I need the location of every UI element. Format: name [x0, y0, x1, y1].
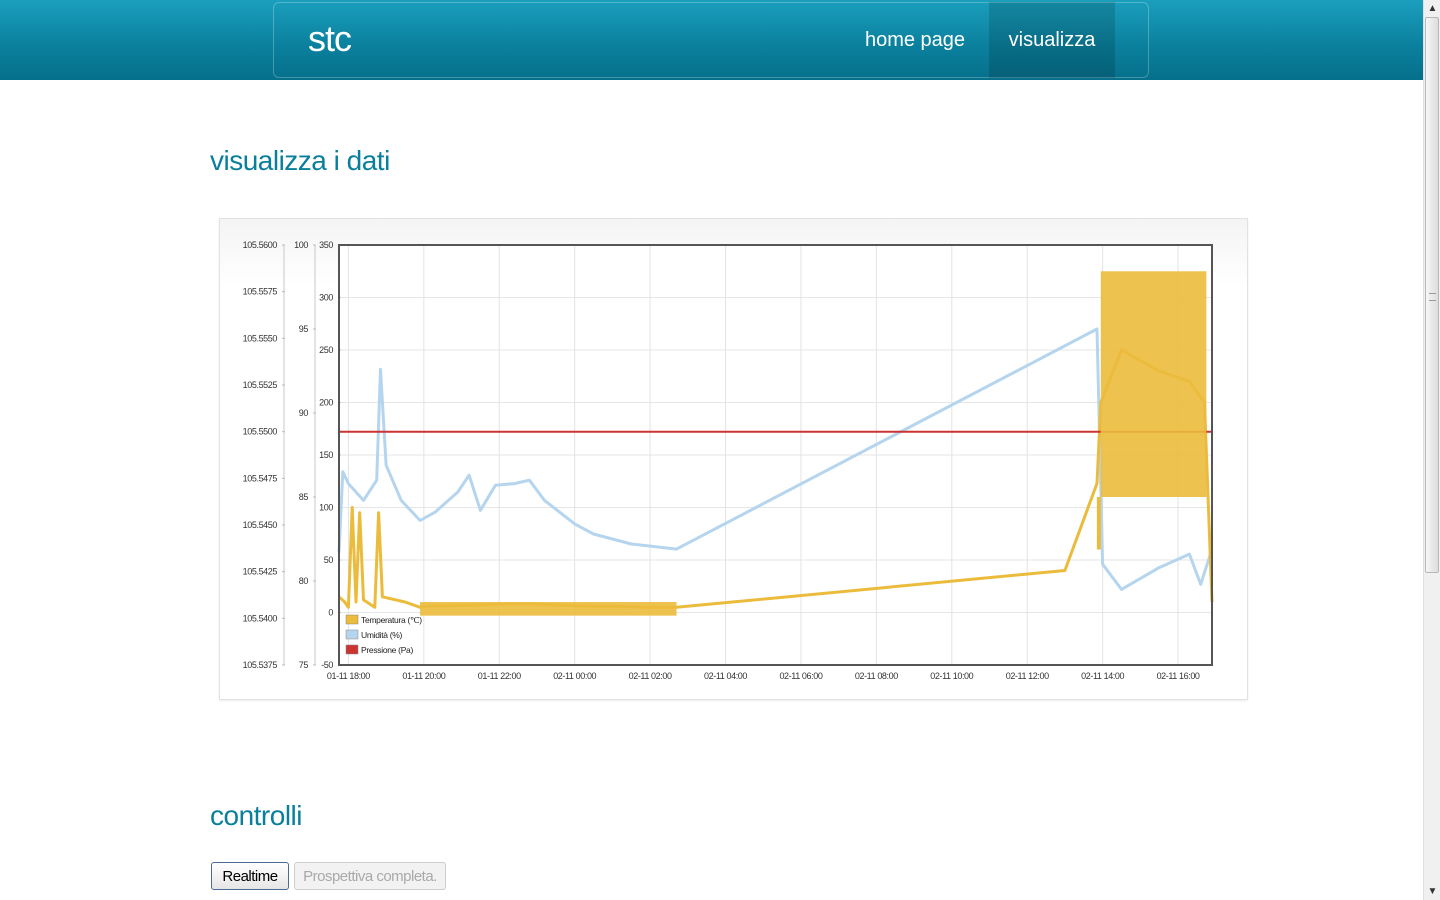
x-tick-label: 02-11 06:00	[779, 671, 822, 681]
y-tick-label: 80	[299, 576, 309, 586]
x-tick-label: 01-11 22:00	[478, 671, 521, 681]
legend-label: Pressione (Pa)	[361, 645, 413, 655]
y-tick-label: 105.5425	[243, 567, 278, 577]
y-tick-label: 150	[319, 450, 333, 460]
y-tick-label: 300	[319, 293, 333, 303]
x-tick-label: 02-11 12:00	[1006, 671, 1049, 681]
y-tick-label: 200	[319, 398, 333, 408]
legend-label: Umidità (%)	[361, 630, 403, 640]
scroll-up-arrow-icon[interactable]: ▲	[1425, 1, 1440, 16]
nav-home-page[interactable]: home page	[852, 2, 978, 78]
x-tick-label: 02-11 00:00	[553, 671, 596, 681]
y-tick-label: 75	[299, 660, 309, 670]
y-tick-label: 90	[299, 408, 309, 418]
x-tick-label: 02-11 08:00	[855, 671, 898, 681]
y-tick-label: 0	[328, 608, 333, 618]
y-tick-label: 105.5500	[243, 427, 278, 437]
full-perspective-button[interactable]: Prospettiva completa.	[294, 862, 446, 890]
x-tick-label: 01-11 18:00	[327, 671, 370, 681]
realtime-button[interactable]: Realtime	[211, 862, 289, 890]
y-tick-label: 350	[319, 240, 333, 250]
legend-swatch	[345, 629, 359, 640]
x-tick-label: 02-11 02:00	[629, 671, 672, 681]
page-title: visualizza i dati	[210, 145, 390, 176]
grip-icon	[1429, 293, 1436, 301]
y-tick-label: 105.5450	[243, 520, 278, 530]
vertical-scrollbar[interactable]: ▲ ▼	[1423, 0, 1440, 900]
legend-swatch	[345, 614, 359, 625]
y-tick-label: 105.5475	[243, 473, 278, 483]
y-tick-label: 105.5600	[243, 240, 278, 250]
x-tick-label: 02-11 14:00	[1081, 671, 1124, 681]
temperature-band	[1100, 271, 1207, 497]
y-tick-label: 50	[324, 555, 334, 565]
controls-title: controlli	[210, 800, 302, 831]
y-tick-label: 100	[319, 503, 333, 513]
sensor-chart: 01-11 18:00 01-11 20:00 01-11 22:00 02-11 0…	[243, 240, 1214, 681]
x-tick-label: 02-11 16:00	[1157, 671, 1200, 681]
x-tick-label: 01-11 20:00	[402, 671, 445, 681]
scrollbar-thumb[interactable]	[1425, 17, 1439, 573]
y-tick-label: 95	[299, 324, 309, 334]
y-tick-label: -50	[321, 660, 333, 670]
y-tick-label: 105.5375	[243, 660, 278, 670]
y-tick-label: 250	[319, 345, 333, 355]
y-tick-label: 105.5575	[243, 287, 278, 297]
x-tick-label: 02-11 10:00	[930, 671, 973, 681]
y-tick-label: 85	[299, 492, 309, 502]
temperature-noise-band	[420, 602, 677, 616]
y-tick-label: 105.5525	[243, 380, 278, 390]
y-tick-label: 100	[294, 240, 308, 250]
nav-visualizza[interactable]: visualizza	[989, 2, 1115, 78]
legend-label: Temperatura (℃)	[361, 615, 422, 625]
x-tick-label: 02-11 04:00	[704, 671, 747, 681]
legend-swatch	[345, 644, 359, 655]
scroll-down-arrow-icon[interactable]: ▼	[1425, 884, 1440, 899]
y-tick-label: 105.5400	[243, 613, 278, 623]
y-tick-label: 105.5550	[243, 333, 278, 343]
brand-logo[interactable]: stc	[308, 18, 352, 60]
